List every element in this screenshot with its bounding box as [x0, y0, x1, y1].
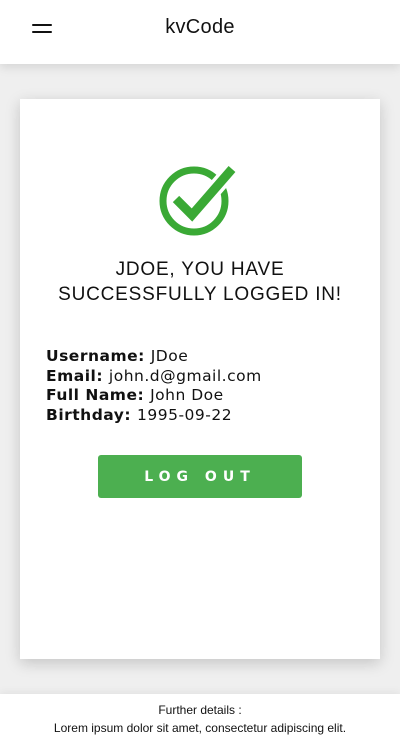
- detail-row-full-name: Full Name: John Doe: [46, 386, 356, 406]
- detail-label: Birthday:: [46, 405, 137, 424]
- detail-row-email: Email: john.d@gmail.com: [46, 367, 356, 387]
- success-heading: JDOE, YOU HAVE SUCCESSFULLY LOGGED IN!: [20, 257, 380, 307]
- detail-value: 1995-09-22: [137, 405, 233, 424]
- login-success-card: JDOE, YOU HAVE SUCCESSFULLY LOGGED IN! U…: [20, 99, 380, 659]
- detail-row-username: Username: JDoe: [46, 347, 356, 367]
- detail-label: Username:: [46, 347, 151, 365]
- footer-title: Further details :: [158, 703, 242, 717]
- footer: Further details : Lorem ipsum dolor sit …: [0, 694, 400, 750]
- heading-line: SUCCESSFULLY LOGGED IN!: [58, 284, 342, 305]
- logout-button[interactable]: LOG OUT: [98, 455, 302, 498]
- detail-label: Full Name:: [46, 386, 151, 404]
- app-title: kvCode: [165, 16, 235, 38]
- top-app-bar: kvCode: [0, 0, 400, 64]
- detail-row-birthday: Birthday: 1995-09-22: [46, 406, 356, 426]
- detail-value: john.d@gmail.com: [108, 366, 262, 385]
- detail-value: JDoe: [150, 347, 189, 365]
- user-details: Username: JDoe Email: john.d@gmail.com F…: [46, 347, 356, 425]
- detail-value: John Doe: [150, 386, 224, 404]
- footer-text: Lorem ipsum dolor sit amet, consectetur …: [53, 721, 347, 735]
- heading-line: JDOE, YOU HAVE: [115, 259, 285, 280]
- checkmark-circle-icon: [159, 163, 239, 236]
- detail-label: Email:: [46, 366, 109, 385]
